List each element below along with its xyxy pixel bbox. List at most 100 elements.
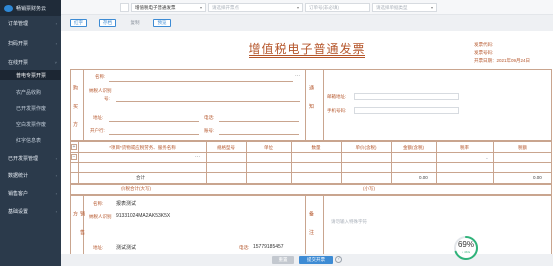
buyer-taxid-field <box>116 101 300 102</box>
tax-rate-dropdown-icon[interactable]: ⌄ <box>485 155 489 161</box>
app-logo[interactable]: 畅销票财务云 <box>0 0 61 16</box>
issue-date-value: 2021年09月24日 <box>496 58 531 63</box>
draft-button[interactable]: 存档 <box>99 19 116 27</box>
seller-phone-value[interactable]: 15779185457 <box>253 244 284 250</box>
col-header-spec: 规格型号 <box>217 145 235 150</box>
sidebar-item-label: 已开发票作废 <box>16 105 47 112</box>
invoice-code-label: 发票代码: <box>474 42 494 47</box>
menu-toggle-button[interactable] <box>120 3 129 12</box>
sidebar-item-label: 普电专票开票 <box>16 72 47 79</box>
seller-name-value[interactable]: 报表测试 <box>116 200 136 207</box>
buyer-name-label: 名称: <box>95 74 106 79</box>
col-header-unit: 单位 <box>264 145 273 150</box>
seller-taxid-label: 纳税人识别 <box>89 214 112 219</box>
chevron-down-icon: ▾ <box>296 5 299 10</box>
chevron-right-icon: › <box>55 20 57 26</box>
chevron-right-icon: › <box>55 190 57 196</box>
issue-date: 开票日期：2021年09月24日 <box>474 58 530 64</box>
remark-input[interactable]: 请勿输入特殊字符 <box>331 219 367 225</box>
sidebar-item-red-info[interactable]: 红字信息表 <box>0 135 61 145</box>
buyer-account-field <box>219 134 299 135</box>
buyer-bank-field <box>109 134 199 135</box>
order-number-placeholder: 订单号(非必填) <box>309 4 339 10</box>
action-bar: 重置 提交开票 ? <box>61 254 553 266</box>
seller-phone-label: 电话: <box>239 245 250 250</box>
sidebar-item-label: 销售客户 <box>8 190 29 197</box>
more-icon[interactable]: ··· <box>195 154 200 160</box>
seller-taxid-value[interactable]: 91331024MA2AK53K5X <box>116 213 170 219</box>
mobile-input[interactable] <box>354 107 459 114</box>
divider <box>323 69 324 141</box>
buyer-account-label: 账号: <box>204 128 215 133</box>
buyer-address-field <box>109 121 199 122</box>
add-row-icon[interactable]: + <box>71 144 77 150</box>
chevron-right-icon: › <box>55 208 57 214</box>
sidebar-item-customers[interactable]: 销售客户 › <box>0 188 61 198</box>
col-header-price: 单价(含税) <box>355 145 377 150</box>
invoice-toolbar: 红字 存档 复制 预览 <box>61 15 553 31</box>
sidebar-item-label: 已开发票管理 <box>8 155 39 162</box>
email-input[interactable] <box>354 93 459 100</box>
doc-type-select[interactable]: 请选择单据类型 ▾ <box>372 3 437 12</box>
col-header-qty: 数量 <box>311 145 321 150</box>
doc-type-placeholder: 请选择单据类型 <box>376 4 408 10</box>
invoice-type-select[interactable]: 增值税电子普通发票 ▾ <box>131 3 206 12</box>
app-name: 畅销票财务云 <box>16 5 47 12</box>
copy-button[interactable]: 复制 <box>128 19 142 27</box>
chevron-down-icon: ˅ <box>54 59 57 65</box>
sidebar-item-normal-special-invoice[interactable]: 普电专票开票 <box>0 70 61 80</box>
help-icon[interactable]: ? <box>335 256 342 263</box>
preview-button[interactable]: 预览 <box>153 19 171 27</box>
cloud-logo-icon <box>4 4 13 12</box>
order-number-input[interactable]: 订单号(非必填) <box>305 3 370 12</box>
sidebar-item-statistics[interactable]: 数据统计 › <box>0 170 61 180</box>
sidebar-item-label: 扫码开票 <box>8 40 29 47</box>
buyer-phone-label: 电话: <box>204 115 215 120</box>
sidebar-item-online-invoice[interactable]: 在线开票 ˅ <box>0 57 61 67</box>
top-filter-bar: 增值税电子普通发票 ▾ 请选择开票点 ▾ 订单号(非必填) 请选择单据类型 ▾ <box>61 0 553 15</box>
buyer-address-label: 地址: <box>93 115 104 120</box>
total-label-upper: 价税合计(大写) <box>121 186 151 191</box>
buyer-phone-field <box>219 121 299 122</box>
network-gauge: 69% ↓ 4K/s <box>453 235 479 261</box>
app-root: 畅销票财务云 订单管理 › 扫码开票 › 在线开票 ˅ 普电专票开票 农产品收购 已开… <box>0 0 553 266</box>
invoice-point-select[interactable]: 请选择开票点 ▾ <box>208 3 303 12</box>
more-icon[interactable]: ··· <box>295 73 300 79</box>
invoice-point-placeholder: 请选择开票点 <box>212 4 239 10</box>
email-label: 邮箱地址: <box>327 94 347 99</box>
sidebar-item-farm-purchase[interactable]: 农产品收购 <box>0 87 61 97</box>
buyer-taxid-label2: 号: <box>104 96 110 101</box>
sidebar-item-issued-mgmt[interactable]: 已开发票管理 › <box>0 153 61 163</box>
invoice-form: 增值税电子普通发票 发票代码: 发票号码: 开票日期：2021年09月24日 购… <box>61 31 553 254</box>
sidebar-item-settings[interactable]: 基础设置 › <box>0 206 61 216</box>
red-invoice-button[interactable]: 红字 <box>70 19 87 27</box>
divider <box>323 195 324 254</box>
chevron-down-icon: ▾ <box>199 5 202 10</box>
sidebar-item-scan-invoice[interactable]: 扫码开票 › <box>0 38 61 48</box>
seller-address-label: 地址: <box>93 245 104 250</box>
sidebar-item-orders[interactable]: 订单管理 › <box>0 18 61 28</box>
reset-button[interactable]: 重置 <box>272 256 294 264</box>
col-header-item-name: *项目*货物或应税劳务、服务名称 <box>109 145 176 150</box>
sidebar-item-void-issued[interactable]: 已开发票作废 <box>0 103 61 113</box>
submit-invoice-button[interactable]: 提交开票 <box>299 256 333 264</box>
seller-address-value[interactable]: 测试测试 <box>116 244 136 251</box>
divider <box>305 195 306 254</box>
title-underline <box>249 57 365 58</box>
sidebar-item-void-blank[interactable]: 空白发票作废 <box>0 119 61 129</box>
buyer-taxid-label: 纳税人识别 <box>89 88 112 93</box>
chevron-down-icon: ▾ <box>430 5 433 10</box>
col-header-amount: 金额(含税) <box>403 145 424 150</box>
table-rule <box>70 162 552 163</box>
notice-side-label: 通 知 <box>308 85 314 115</box>
remark-side-label: 备 注 <box>308 211 314 241</box>
remove-row-icon[interactable]: − <box>71 154 77 160</box>
buyer-name-field <box>109 81 293 82</box>
sidebar-item-label: 数据统计 <box>8 172 29 179</box>
issue-date-label: 开票日期： <box>474 58 497 63</box>
sidebar: 畅销票财务云 订单管理 › 扫码开票 › 在线开票 ˅ 普电专票开票 农产品收购 已开… <box>0 0 61 266</box>
col-header-tax-rate: 税率 <box>460 145 469 150</box>
col-header-tax: 税额 <box>518 145 527 150</box>
subtotal-amount: 0.00 <box>419 175 428 180</box>
sidebar-item-label: 订单管理 <box>8 20 29 27</box>
